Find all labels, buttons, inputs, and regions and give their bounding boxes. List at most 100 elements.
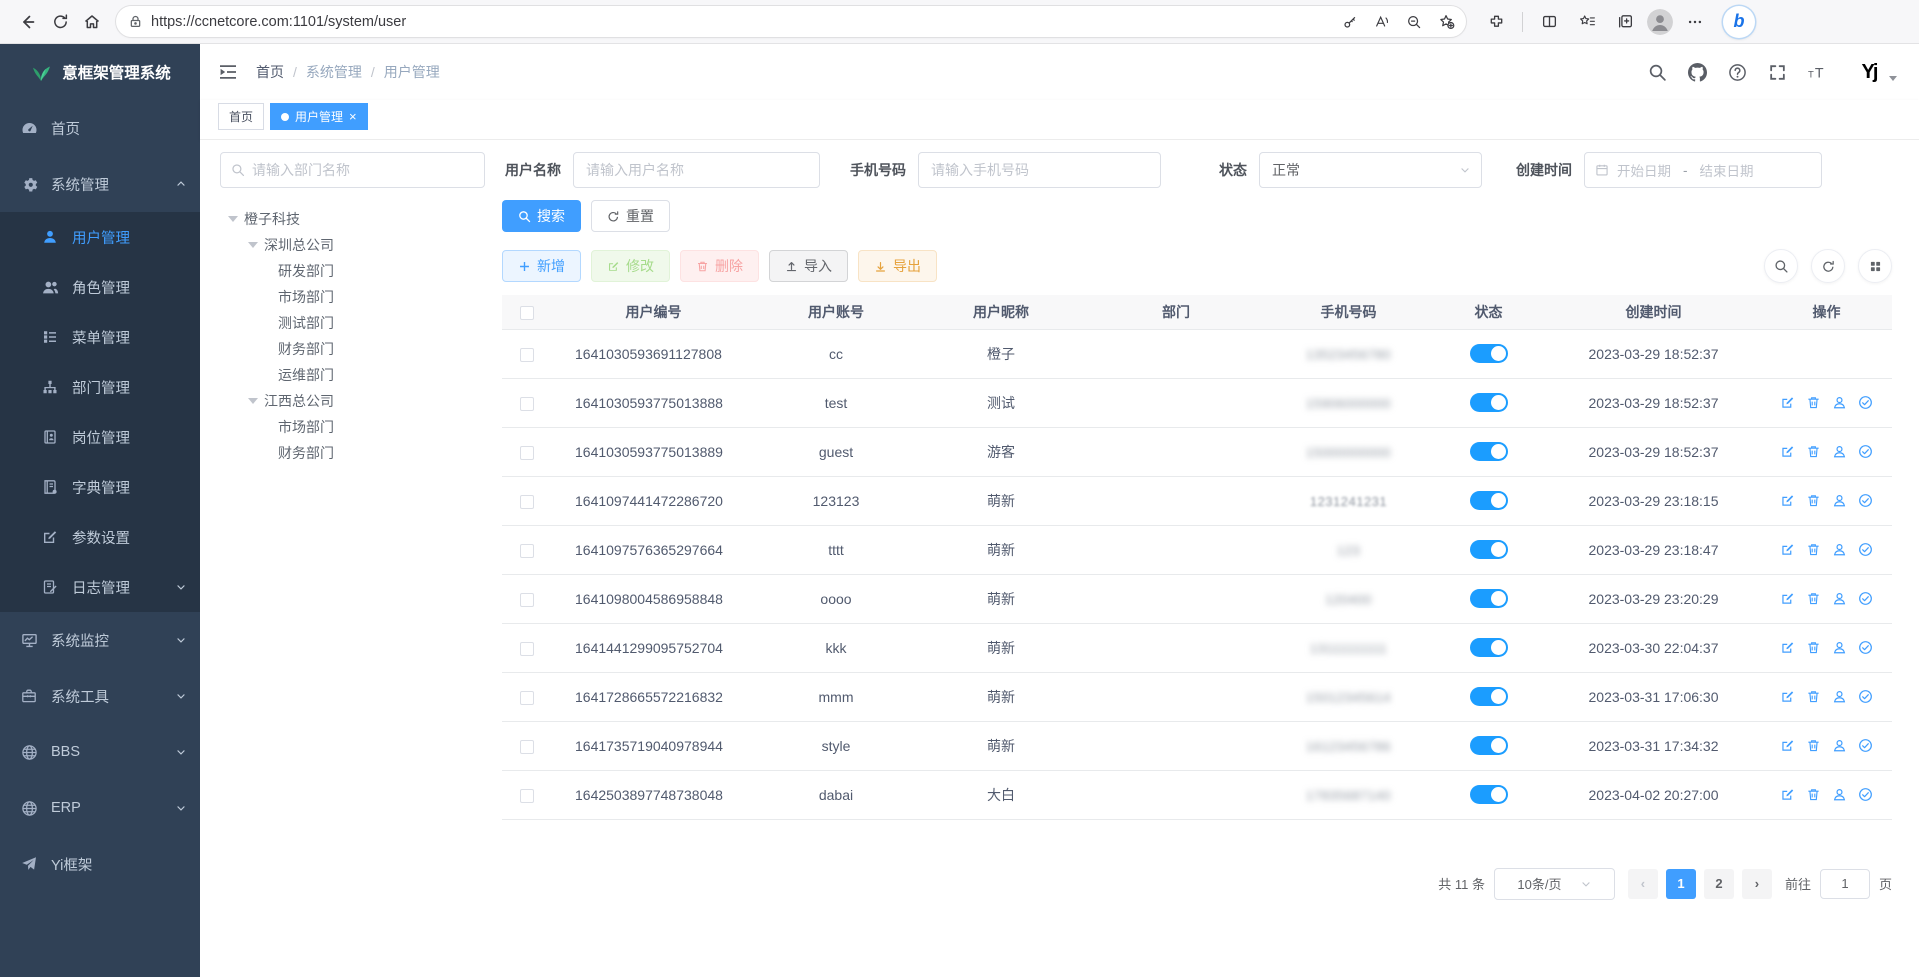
split-screen-icon[interactable] xyxy=(1533,6,1565,38)
edit-user-button[interactable] xyxy=(1780,738,1795,753)
row-checkbox[interactable] xyxy=(520,495,534,509)
status-toggle[interactable] xyxy=(1470,540,1508,559)
sidebar-item-角色管理[interactable]: 角色管理 xyxy=(0,262,200,312)
github-icon[interactable] xyxy=(1688,63,1707,82)
delete-button[interactable]: 删除 xyxy=(680,250,759,282)
tree-node-江西总公司[interactable]: 江西总公司 xyxy=(220,388,502,414)
reset-password-button[interactable] xyxy=(1832,640,1847,655)
edit-user-button[interactable] xyxy=(1780,689,1795,704)
tree-node-市场部门[interactable]: 市场部门 xyxy=(220,284,502,310)
collapse-sidebar-icon[interactable] xyxy=(218,62,238,82)
next-page-button[interactable]: › xyxy=(1742,869,1772,899)
sidebar-item-ERP[interactable]: ERP xyxy=(0,780,200,836)
sidebar-item-系统监控[interactable]: 系统监控 xyxy=(0,612,200,668)
status-toggle[interactable] xyxy=(1470,393,1508,412)
row-checkbox[interactable] xyxy=(520,642,534,656)
delete-user-button[interactable] xyxy=(1806,542,1821,557)
font-size-icon[interactable]: TT xyxy=(1808,63,1827,82)
delete-user-button[interactable] xyxy=(1806,395,1821,410)
row-checkbox[interactable] xyxy=(520,691,534,705)
tree-node-市场部门[interactable]: 市场部门 xyxy=(220,414,502,440)
favorite-add-icon[interactable] xyxy=(1432,8,1460,36)
column-settings-button[interactable] xyxy=(1858,249,1892,283)
breadcrumb-item-系统管理[interactable]: 系统管理 xyxy=(306,62,362,82)
tree-node-财务部门[interactable]: 财务部门 xyxy=(220,440,502,466)
row-checkbox[interactable] xyxy=(520,544,534,558)
caret-down-icon[interactable] xyxy=(248,242,258,248)
export-button[interactable]: 导出 xyxy=(858,250,937,282)
edit-user-button[interactable] xyxy=(1780,395,1795,410)
username-input[interactable] xyxy=(573,152,820,188)
delete-user-button[interactable] xyxy=(1806,787,1821,802)
back-icon[interactable] xyxy=(12,6,44,38)
address-bar[interactable]: https://ccnetcore.com:1101/system/user xyxy=(116,6,1466,37)
reset-password-button[interactable] xyxy=(1832,689,1847,704)
user-avatar[interactable]: Yj xyxy=(1854,57,1897,87)
status-toggle[interactable] xyxy=(1470,442,1508,461)
assign-role-button[interactable] xyxy=(1858,689,1873,704)
tab-用户管理[interactable]: 用户管理× xyxy=(270,103,368,130)
assign-role-button[interactable] xyxy=(1858,738,1873,753)
tab-首页[interactable]: 首页 xyxy=(218,103,264,130)
reset-password-button[interactable] xyxy=(1832,493,1847,508)
reset-password-button[interactable] xyxy=(1832,738,1847,753)
status-toggle[interactable] xyxy=(1470,589,1508,608)
page-button-2[interactable]: 2 xyxy=(1704,869,1734,899)
sidebar-item-岗位管理[interactable]: 岗位管理 xyxy=(0,412,200,462)
reset-password-button[interactable] xyxy=(1832,591,1847,606)
status-toggle[interactable] xyxy=(1470,736,1508,755)
assign-role-button[interactable] xyxy=(1858,640,1873,655)
date-range-picker[interactable]: 开始日期 - 结束日期 xyxy=(1584,152,1822,188)
row-checkbox[interactable] xyxy=(520,348,534,362)
edit-user-button[interactable] xyxy=(1780,493,1795,508)
row-checkbox[interactable] xyxy=(520,740,534,754)
add-button[interactable]: 新增 xyxy=(502,250,581,282)
phone-input[interactable] xyxy=(918,152,1161,188)
sidebar-item-系统管理[interactable]: 系统管理 xyxy=(0,156,200,212)
edit-user-button[interactable] xyxy=(1780,444,1795,459)
search-button[interactable]: 搜索 xyxy=(502,200,581,232)
sidebar-item-参数设置[interactable]: 参数设置 xyxy=(0,512,200,562)
reset-password-button[interactable] xyxy=(1832,395,1847,410)
dept-search-box[interactable] xyxy=(220,152,485,188)
help-icon[interactable] xyxy=(1728,63,1747,82)
reset-password-button[interactable] xyxy=(1832,444,1847,459)
import-button[interactable]: 导入 xyxy=(769,250,848,282)
reset-password-button[interactable] xyxy=(1832,787,1847,802)
reset-password-button[interactable] xyxy=(1832,542,1847,557)
edit-user-button[interactable] xyxy=(1780,787,1795,802)
favorites-bar-icon[interactable] xyxy=(1571,6,1603,38)
zoom-out-icon[interactable] xyxy=(1400,8,1428,36)
tree-node-橙子科技[interactable]: 橙子科技 xyxy=(220,206,502,232)
status-toggle[interactable] xyxy=(1470,687,1508,706)
tree-node-深圳总公司[interactable]: 深圳总公司 xyxy=(220,232,502,258)
sidebar-item-首页[interactable]: 首页 xyxy=(0,100,200,156)
status-toggle[interactable] xyxy=(1470,638,1508,657)
assign-role-button[interactable] xyxy=(1858,787,1873,802)
delete-user-button[interactable] xyxy=(1806,738,1821,753)
status-toggle[interactable] xyxy=(1470,785,1508,804)
delete-user-button[interactable] xyxy=(1806,493,1821,508)
sidebar-item-用户管理[interactable]: 用户管理 xyxy=(0,212,200,262)
assign-role-button[interactable] xyxy=(1858,542,1873,557)
sidebar-item-日志管理[interactable]: 日志管理 xyxy=(0,562,200,612)
row-checkbox[interactable] xyxy=(520,446,534,460)
reset-button[interactable]: 重置 xyxy=(591,200,670,232)
sidebar-item-部门管理[interactable]: 部门管理 xyxy=(0,362,200,412)
assign-role-button[interactable] xyxy=(1858,591,1873,606)
tree-node-运维部门[interactable]: 运维部门 xyxy=(220,362,502,388)
edit-user-button[interactable] xyxy=(1780,591,1795,606)
sidebar-item-菜单管理[interactable]: 菜单管理 xyxy=(0,312,200,362)
password-key-icon[interactable] xyxy=(1336,8,1364,36)
sidebar-item-系统工具[interactable]: 系统工具 xyxy=(0,668,200,724)
breadcrumb-item-首页[interactable]: 首页 xyxy=(256,62,284,82)
delete-user-button[interactable] xyxy=(1806,444,1821,459)
assign-role-button[interactable] xyxy=(1858,395,1873,410)
status-select[interactable]: 正常 xyxy=(1259,152,1482,188)
tree-node-研发部门[interactable]: 研发部门 xyxy=(220,258,502,284)
goto-page-input[interactable] xyxy=(1820,869,1870,899)
page-button-1[interactable]: 1 xyxy=(1666,869,1696,899)
table-search-toggle-button[interactable] xyxy=(1764,249,1798,283)
collections-icon[interactable] xyxy=(1609,6,1641,38)
read-aloud-icon[interactable] xyxy=(1368,8,1396,36)
